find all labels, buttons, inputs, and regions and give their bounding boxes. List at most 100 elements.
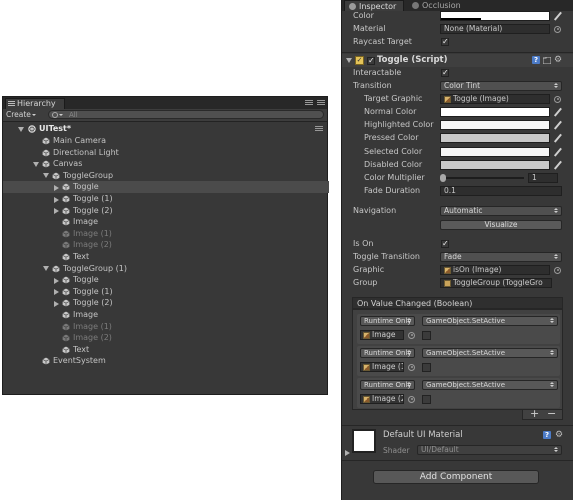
transition-color-field[interactable]: [440, 133, 550, 144]
scene-menu-icon[interactable]: [315, 125, 323, 133]
graphic-field[interactable]: isOn (Image): [440, 265, 550, 275]
remove-entry-button[interactable]: −: [547, 408, 556, 419]
object-picker-icon[interactable]: [554, 25, 561, 33]
expanded-arrow-icon[interactable]: [33, 161, 39, 167]
hierarchy-item[interactable]: ToggleGroup: [3, 170, 329, 182]
expanded-arrow-icon[interactable]: [43, 173, 49, 179]
gear-icon[interactable]: ⚙: [554, 56, 562, 65]
expanded-arrow-icon[interactable]: [43, 266, 49, 272]
fade-duration-field[interactable]: 0.1: [440, 186, 562, 196]
hierarchy-item[interactable]: Canvas: [3, 158, 329, 170]
collapsed-arrow-icon[interactable]: [54, 196, 59, 203]
transition-color-field[interactable]: [440, 159, 550, 170]
toggle-component-header[interactable]: ✓ ✓ Toggle (Script) ? ⚙: [342, 54, 573, 67]
collapsed-arrow-icon[interactable]: [54, 277, 59, 284]
component-enabled-checkbox[interactable]: ✓: [367, 56, 375, 65]
panel-menu-icon[interactable]: [305, 99, 313, 107]
group-field[interactable]: ToggleGroup (ToggleGro: [440, 278, 552, 288]
material-thumbnail[interactable]: [352, 429, 376, 453]
function-dropdown[interactable]: GameObject.SetActive: [422, 380, 558, 390]
search-filter-icon[interactable]: [59, 114, 63, 116]
hierarchy-item[interactable]: Text: [3, 251, 329, 263]
object-picker-icon[interactable]: [554, 266, 561, 274]
hierarchy-item[interactable]: Image: [3, 216, 329, 228]
color-multiplier-field[interactable]: 1: [528, 173, 558, 183]
expand-arrow-icon[interactable]: [345, 450, 350, 456]
collapsed-arrow-icon[interactable]: [54, 289, 59, 296]
collapsed-arrow-icon[interactable]: [54, 184, 59, 191]
collapsed-arrow-icon[interactable]: [54, 300, 59, 307]
gear-icon[interactable]: ⚙: [555, 431, 563, 440]
preset-icon[interactable]: [542, 56, 552, 65]
object-picker-icon[interactable]: [408, 395, 415, 403]
hierarchy-item[interactable]: Image (2): [3, 239, 329, 251]
object-picker-icon[interactable]: [408, 331, 415, 339]
hierarchy-item[interactable]: Main Camera: [3, 135, 329, 147]
transition-color-field[interactable]: [440, 107, 550, 117]
toggle-transition-dropdown[interactable]: Fade: [440, 252, 562, 262]
eyedropper-icon[interactable]: [553, 147, 562, 156]
target-object-field[interactable]: Image (2: [360, 394, 404, 404]
hierarchy-item[interactable]: Directional Light: [3, 147, 329, 159]
slider-handle[interactable]: [440, 174, 446, 182]
argument-checkbox[interactable]: [422, 330, 431, 340]
target-object-field[interactable]: Image: [360, 330, 404, 340]
is-on-checkbox[interactable]: ✓: [441, 240, 449, 248]
hierarchy-item[interactable]: Toggle (1): [3, 193, 329, 205]
transition-dropdown[interactable]: Color Tint: [440, 81, 562, 91]
eyedropper-icon[interactable]: [553, 133, 562, 143]
object-picker-icon[interactable]: [554, 95, 561, 103]
visualize-button[interactable]: Visualize: [440, 220, 562, 230]
hierarchy-tab[interactable]: Hierarchy: [5, 98, 65, 109]
fold-arrow-icon[interactable]: [346, 58, 352, 63]
target-object-field[interactable]: Image (1: [360, 362, 404, 372]
eyedropper-icon[interactable]: [553, 120, 562, 130]
hierarchy-item[interactable]: Image (2): [3, 332, 329, 344]
transition-color-field[interactable]: [440, 120, 550, 131]
scene-row[interactable]: UITest*: [3, 123, 329, 135]
eyedropper-icon[interactable]: [553, 160, 562, 170]
color-multiplier-slider[interactable]: [442, 177, 524, 179]
hierarchy-item[interactable]: Toggle (1): [3, 286, 329, 298]
interactable-checkbox[interactable]: ✓: [441, 69, 449, 77]
collapsed-arrow-icon[interactable]: [54, 208, 59, 215]
hierarchy-item[interactable]: Image: [3, 309, 329, 321]
hierarchy-item[interactable]: Toggle (2): [3, 205, 329, 217]
argument-checkbox[interactable]: [422, 394, 431, 404]
function-dropdown[interactable]: GameObject.SetActive: [422, 316, 558, 326]
image-color-field[interactable]: [440, 11, 550, 21]
hierarchy-item[interactable]: Text: [3, 344, 329, 356]
hierarchy-item[interactable]: Image (1): [3, 321, 329, 333]
hierarchy-item[interactable]: Toggle (2): [3, 297, 329, 309]
target-graphic-field[interactable]: Toggle (Image): [440, 94, 550, 104]
on-value-changed-list: Runtime Only GameObject.SetActive Image Run…: [352, 309, 563, 410]
add-entry-button[interactable]: +: [530, 408, 539, 419]
hierarchy-item[interactable]: Toggle: [3, 274, 329, 286]
help-icon[interactable]: ?: [532, 56, 540, 64]
hierarchy-item[interactable]: ToggleGroup (1): [3, 263, 329, 275]
runtime-mode-dropdown[interactable]: Runtime Only: [360, 316, 415, 326]
shader-dropdown[interactable]: UI/Default: [417, 445, 562, 455]
hierarchy-item[interactable]: Toggle: [3, 181, 329, 193]
raycast-checkbox[interactable]: ✓: [441, 38, 449, 46]
transition-color-label: Selected Color: [364, 146, 423, 156]
help-icon[interactable]: ?: [543, 431, 551, 439]
hierarchy-search-input[interactable]: All: [48, 110, 324, 119]
runtime-mode-dropdown[interactable]: Runtime Only: [360, 348, 415, 358]
hierarchy-item[interactable]: EventSystem: [3, 355, 329, 367]
object-picker-icon[interactable]: [408, 363, 415, 371]
expand-arrow-icon[interactable]: [18, 126, 24, 132]
eyedropper-icon[interactable]: [553, 107, 562, 117]
panel-options-icon[interactable]: [317, 99, 325, 107]
material-field[interactable]: None (Material): [440, 24, 550, 34]
hierarchy-item[interactable]: Image (1): [3, 228, 329, 240]
navigation-dropdown[interactable]: Automatic: [440, 206, 562, 216]
runtime-mode-dropdown[interactable]: Runtime Only: [360, 380, 415, 390]
argument-checkbox[interactable]: [422, 362, 431, 372]
eyedropper-icon[interactable]: [553, 11, 562, 21]
tab-occlusion[interactable]: Occlusion: [408, 0, 478, 11]
create-dropdown[interactable]: Create: [6, 110, 44, 119]
transition-color-field[interactable]: [440, 146, 550, 157]
function-dropdown[interactable]: GameObject.SetActive: [422, 348, 558, 358]
add-component-button[interactable]: Add Component: [373, 470, 539, 484]
